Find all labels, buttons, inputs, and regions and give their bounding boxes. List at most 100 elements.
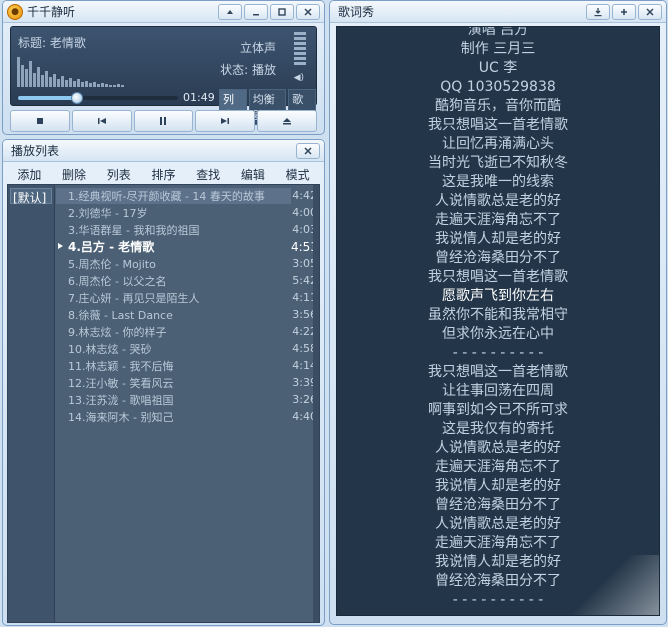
lyric-line: 制作 三月三 xyxy=(460,41,536,57)
spectrum-bar xyxy=(97,84,100,87)
previous-button[interactable] xyxy=(71,110,132,132)
spectrum-bar xyxy=(121,85,124,87)
now-playing-icon xyxy=(58,243,63,249)
track-row[interactable]: 9.林志炫 - 你的样子 4:22 xyxy=(56,323,319,340)
open-file-button[interactable] xyxy=(257,110,317,132)
corner-watermark xyxy=(569,555,659,615)
menu-edit[interactable]: 编辑 xyxy=(241,166,265,183)
volume-segment xyxy=(294,32,306,35)
eject-icon xyxy=(283,118,292,125)
download-icon xyxy=(594,7,602,16)
app-logo-icon: ● xyxy=(7,3,23,20)
maximize-button[interactable] xyxy=(270,3,294,20)
menu-add[interactable]: 添加 xyxy=(17,166,41,183)
track-row[interactable]: 8.徐薇 - Last Dance 3:56 xyxy=(56,306,319,323)
spectrum-bar xyxy=(65,80,68,87)
lyric-line: 虽然你不能和我常相守 xyxy=(428,307,568,323)
minimize-button[interactable] xyxy=(244,3,268,20)
lyrics-titlebar[interactable]: 歌词秀 xyxy=(330,1,666,23)
spectrum-bar xyxy=(109,85,112,87)
playlist-scrollbar[interactable] xyxy=(313,185,319,622)
elapsed-time: 01:49 xyxy=(183,91,215,104)
player-display: 标题: 老情歌 立体声 状态: 播放 ◀) 01:49 列表 均衡器 歌词 xyxy=(10,26,317,125)
lyric-line: 走遍天涯海角忘不了 xyxy=(435,535,561,551)
spectrum-bar xyxy=(117,84,120,87)
track-name: 8.徐薇 - Last Dance xyxy=(68,308,173,322)
playlist-close-button[interactable] xyxy=(296,142,320,159)
spectrum-bar xyxy=(61,76,64,87)
pause-icon xyxy=(160,117,167,125)
track-name: 5.周杰伦 - Mojito xyxy=(68,257,156,271)
playlist-menubar: 添加 删除 列表 排序 查找 编辑 模式 xyxy=(7,165,320,183)
lyric-line: 人说情歌总是老的好 xyxy=(435,440,561,456)
menu-sort[interactable]: 排序 xyxy=(151,166,175,183)
track-name: 2.刘德华 - 17岁 xyxy=(68,206,148,220)
lyric-line: 愿歌声飞到你左右 xyxy=(442,288,554,304)
volume-segment xyxy=(294,42,306,45)
track-name: 3.华语群星 - 我和我的祖国 xyxy=(68,223,200,237)
lyric-line: 演唱 吕方 xyxy=(467,26,529,38)
spectrum-bar xyxy=(89,83,92,87)
lyric-line: 酷狗音乐，音你而酷 xyxy=(435,98,561,114)
lyric-line: UC 李 xyxy=(478,60,518,76)
seek-fill xyxy=(18,96,78,100)
player-titlebar[interactable]: ● 千千静听 xyxy=(3,1,324,23)
playlist-area: [默认] 1.经典视听-尽开颜收藏 - 14 春天的故事 4:42 2.刘德华 - … xyxy=(7,184,320,623)
spectrum-bar xyxy=(113,85,116,87)
volume-bar[interactable] xyxy=(294,32,306,67)
speaker-icon[interactable]: ◀) xyxy=(294,73,304,83)
track-row[interactable]: 13.汪苏泷 - 歌唱祖国 3:26 xyxy=(56,391,319,408)
skin-button[interactable] xyxy=(218,3,242,20)
track-name: 9.林志炫 - 你的样子 xyxy=(68,325,167,339)
track-row[interactable]: 4.吕方 - 老情歌 4:53 xyxy=(56,238,319,255)
play-state: 状态: 播放 xyxy=(220,63,276,77)
group-tab-default[interactable]: [默认] xyxy=(10,188,52,205)
spectrum-bar xyxy=(57,79,60,87)
lyrics-lines: 演唱 吕方 制作 三月三 UC 李 QQ 1030529838 酷狗音乐，音你而酷 我只想… xyxy=(337,26,659,610)
lyric-line: 曾经沧海桑田分不了 xyxy=(435,497,561,513)
seek-bar[interactable] xyxy=(18,92,178,104)
lyric-line: - - - - - - - - - - xyxy=(452,345,544,361)
close-button[interactable] xyxy=(296,3,320,20)
group-column: [默认] xyxy=(8,185,55,622)
menu-delete[interactable]: 删除 xyxy=(62,166,86,183)
menu-find[interactable]: 查找 xyxy=(196,166,220,183)
lyrics-download-button[interactable] xyxy=(586,3,610,20)
close-icon xyxy=(304,7,312,16)
track-row[interactable]: 6.周杰伦 - 以父之名 5:42 xyxy=(56,272,319,289)
lyrics-close-button[interactable] xyxy=(638,3,662,20)
track-row[interactable]: 11.林志颖 - 我不后悔 4:14 xyxy=(56,357,319,374)
track-row[interactable]: 12.汪小敏 - 笑看风云 3:39 xyxy=(56,374,319,391)
lyrics-pin-button[interactable] xyxy=(612,3,636,20)
playlist-titlebar[interactable]: 播放列表 xyxy=(3,140,324,162)
spectrum-bar xyxy=(37,67,40,87)
menu-mode[interactable]: 模式 xyxy=(286,166,310,183)
track-row[interactable]: 10.林志炫 - 哭砂 4:58 xyxy=(56,340,319,357)
stop-button[interactable] xyxy=(10,110,70,132)
volume-segment xyxy=(294,62,306,65)
pause-button[interactable] xyxy=(133,110,194,132)
next-icon xyxy=(221,118,230,124)
track-name: 1.经典视听-尽开颜收藏 - 14 春天的故事 xyxy=(56,187,291,204)
seek-handle[interactable] xyxy=(71,92,84,104)
menu-list[interactable]: 列表 xyxy=(107,166,131,183)
next-button[interactable] xyxy=(195,110,256,132)
spectrum-visualizer xyxy=(17,53,127,87)
track-row[interactable]: 5.周杰伦 - Mojito 3:05 xyxy=(56,255,319,272)
spectrum-bar xyxy=(25,69,28,87)
track-row[interactable]: 14.海来阿木 - 别知己 4:40 xyxy=(56,408,319,425)
lyrics-title: 歌词秀 xyxy=(338,5,375,19)
transport-controls xyxy=(10,110,317,132)
volume-segment xyxy=(294,37,306,40)
lyrics-window: 歌词秀 演唱 吕方 制作 三月三 UC 李 QQ 1030529838 酷狗音乐，音你而… xyxy=(329,0,667,625)
spectrum-bar xyxy=(93,82,96,87)
track-row[interactable]: 3.华语群星 - 我和我的祖国 4:03 xyxy=(56,221,319,238)
spectrum-bar xyxy=(33,73,36,87)
lyric-line: 走遍天涯海角忘不了 xyxy=(435,212,561,228)
track-row[interactable]: 7.庄心妍 - 再见只是陌生人 4:11 xyxy=(56,289,319,306)
song-title: 标题: 老情歌 xyxy=(18,36,86,50)
track-row[interactable]: 2.刘德华 - 17岁 4:00 xyxy=(56,204,319,221)
close-icon xyxy=(646,7,654,16)
track-row[interactable]: 1.经典视听-尽开颜收藏 - 14 春天的故事 4:42 xyxy=(56,187,319,204)
lyric-line: 我只想唱这一首老情歌 xyxy=(428,364,568,380)
